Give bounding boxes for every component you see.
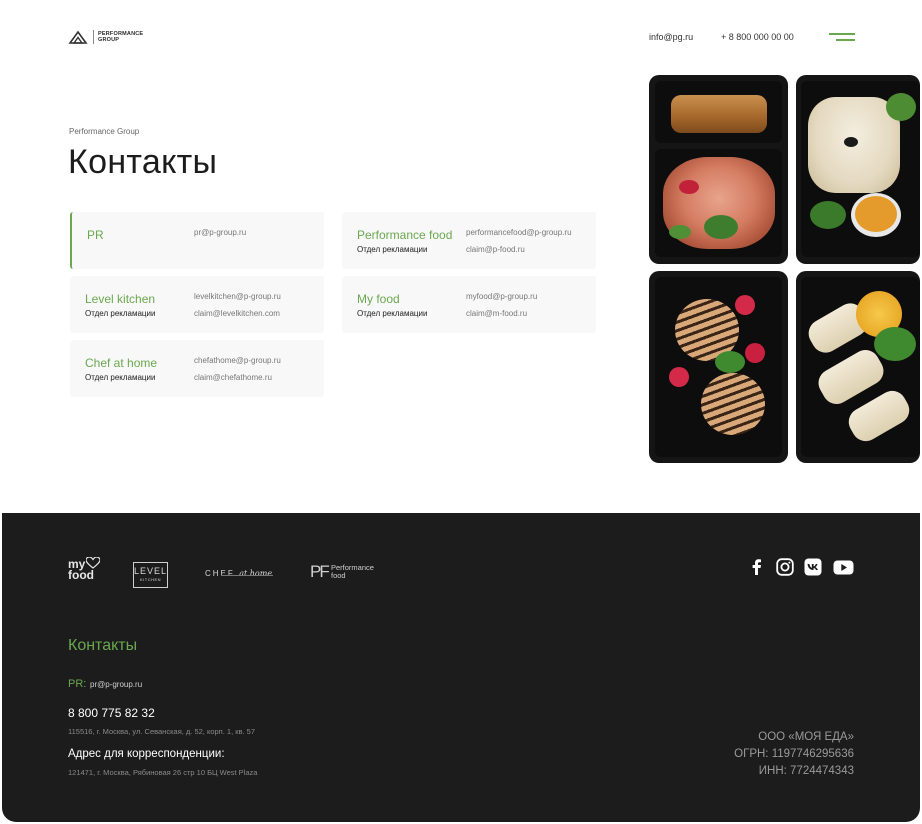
- logo-mark-icon: [68, 30, 88, 44]
- contact-claim-email[interactable]: claim@levelkitchen.com: [194, 309, 280, 318]
- contact-name: My food: [357, 292, 400, 306]
- contact-card-level-kitchen[interactable]: Level kitchen Отдел рекламации levelkitc…: [70, 276, 324, 333]
- contact-dept: Отдел рекламации: [85, 373, 156, 382]
- contact-email[interactable]: levelkitchen@p-group.ru: [194, 292, 281, 301]
- footer-pr-label: PR:: [68, 678, 87, 690]
- contact-dept: Отдел рекламации: [357, 309, 428, 318]
- brand-logo-performance-food[interactable]: PF Performance food: [310, 562, 374, 582]
- logo[interactable]: PERFORMANCE GROUP: [68, 30, 143, 44]
- facebook-icon[interactable]: [748, 558, 766, 576]
- contact-name: Level kitchen: [85, 292, 156, 306]
- footer-legal-info: ООО «МОЯ ЕДА» ОГРН: 1197746295636 ИНН: 7…: [734, 729, 854, 780]
- contact-email[interactable]: performancefood@p-group.ru: [466, 228, 572, 237]
- contact-claim-email[interactable]: claim@m-food.ru: [466, 309, 527, 318]
- footer-corr-address: 121471, г. Москва, Рябиновая 26 стр 10 Б…: [68, 768, 258, 777]
- contact-claim-email[interactable]: claim@chefathome.ru: [194, 373, 272, 382]
- brand-chef-underline: [221, 575, 273, 576]
- header-email-link[interactable]: info@pg.ru: [649, 32, 693, 42]
- brand-chef-text: CHEF: [205, 569, 235, 578]
- brand-pf-line2: food: [331, 571, 346, 580]
- vk-icon[interactable]: [804, 558, 822, 576]
- logo-divider: [93, 30, 94, 44]
- footer-address: 115516, г. Москва, ул. Севанская, д. 52,…: [68, 727, 256, 736]
- contact-card-performance-food[interactable]: Performance food Отдел рекламации perfor…: [342, 212, 596, 269]
- brand-chef-script: at home: [239, 569, 273, 578]
- logo-text: PERFORMANCE GROUP: [98, 31, 143, 43]
- food-tray-crepe: [796, 75, 920, 264]
- food-tray-dessert: [649, 271, 788, 463]
- contact-dept: Отдел рекламации: [85, 309, 156, 318]
- page-title: Контакты: [68, 143, 218, 181]
- contact-card-pr[interactable]: PR pr@p-group.ru: [70, 212, 324, 269]
- brand-level-line1: LEVEL: [134, 566, 168, 576]
- contact-email[interactable]: pr@p-group.ru: [194, 228, 246, 237]
- food-tray-rolls: [796, 271, 920, 463]
- breadcrumb[interactable]: Performance Group: [69, 127, 139, 136]
- header-phone-link[interactable]: + 8 800 000 00 00: [721, 32, 794, 42]
- contact-email[interactable]: myfood@p-group.ru: [466, 292, 537, 301]
- brand-level-line2: KITCHEN: [139, 577, 162, 582]
- contact-card-my-food[interactable]: My food Отдел рекламации myfood@p-group.…: [342, 276, 596, 333]
- contact-claim-email[interactable]: claim@p-food.ru: [466, 245, 525, 254]
- brand-myfood-line2: food: [68, 568, 94, 582]
- youtube-icon[interactable]: [833, 558, 854, 576]
- footer-inn: ИНН: 7724474343: [758, 765, 854, 777]
- logo-line-2: GROUP: [98, 37, 120, 43]
- contact-name: Performance food: [357, 228, 453, 242]
- contact-name: PR: [87, 228, 104, 242]
- brand-logo-myfood[interactable]: my food: [68, 557, 100, 582]
- footer-ogrn: ОГРН: 1197746295636: [734, 748, 854, 760]
- brand-logo-chef-at-home[interactable]: CHEF at home: [205, 563, 273, 581]
- burger-line-bottom: [836, 39, 855, 41]
- footer-phone[interactable]: 8 800 775 82 32: [68, 706, 155, 720]
- heart-icon: [86, 557, 100, 569]
- burger-line-top: [829, 33, 855, 35]
- food-tray-salmon: [649, 75, 788, 264]
- footer-pr-email[interactable]: pr@p-group.ru: [90, 680, 142, 689]
- footer-company: ООО «МОЯ ЕДА»: [758, 731, 854, 743]
- hamburger-menu-icon[interactable]: [829, 32, 855, 42]
- contact-email[interactable]: chefathome@p-group.ru: [194, 356, 281, 365]
- brand-pf-mark: PF: [310, 562, 330, 581]
- footer-contacts-title: Контакты: [68, 637, 138, 654]
- footer-corr-label: Адрес для корреспонденции:: [68, 748, 225, 760]
- contact-card-chef-at-home[interactable]: Chef at home Отдел рекламации chefathome…: [70, 340, 324, 397]
- brand-logo-level-kitchen[interactable]: LEVEL KITCHEN: [133, 562, 168, 588]
- brand-pf-text: Performance food: [331, 564, 374, 580]
- contact-name: Chef at home: [85, 356, 158, 370]
- instagram-icon[interactable]: [776, 558, 794, 576]
- contact-dept: Отдел рекламации: [357, 245, 428, 254]
